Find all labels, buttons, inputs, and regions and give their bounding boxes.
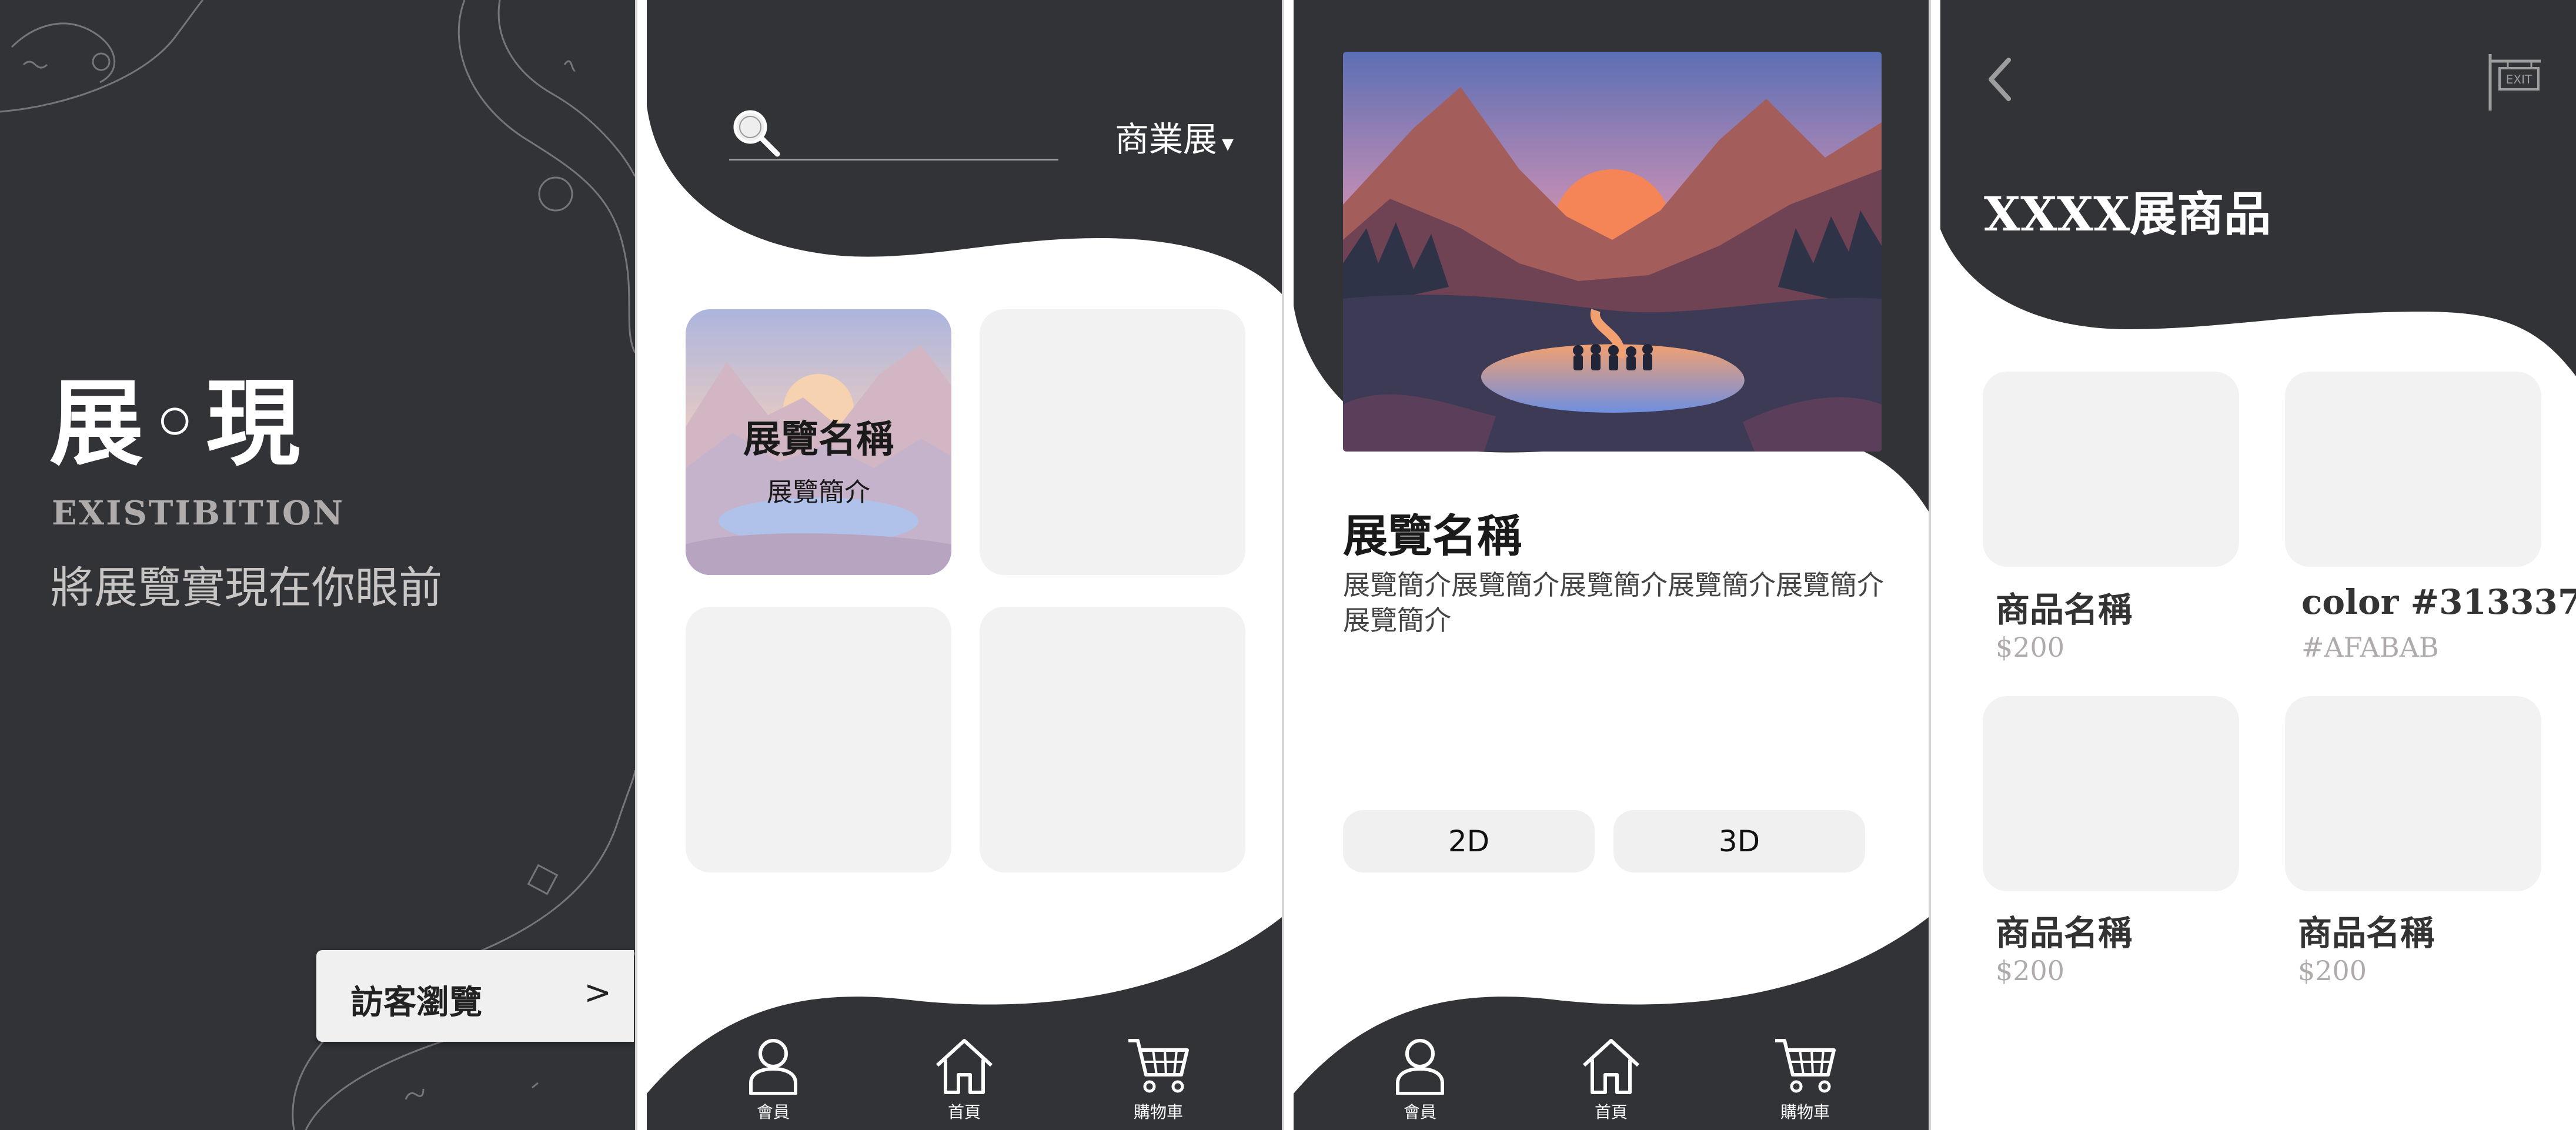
exhibition-title: 展覽名稱 [1343,510,1522,562]
product-name: color #313337 [2301,582,2576,622]
exhibition-card-desc: 展覽簡介 [767,477,870,507]
product-name: 商品名稱 [1996,913,2133,953]
exit-sign-icon[interactable]: EXIT [2484,52,2542,113]
product-price: #AFABAB [2301,631,2439,663]
view-3d-button[interactable]: 3D [1613,810,1865,872]
product-card[interactable] [1983,372,2239,567]
cart-icon [1775,1039,1836,1093]
nav-cart[interactable]: 購物車 [1100,1036,1217,1123]
user-icon [1396,1039,1444,1095]
nav-home[interactable]: 首頁 [1552,1036,1670,1123]
search-icon[interactable] [729,106,782,159]
exhibition-card[interactable] [686,607,951,872]
view-2d-button[interactable]: 2D [1343,810,1595,872]
exit-sign-text: EXIT [2506,72,2532,86]
nav-cart-label: 購物車 [1780,1102,1830,1122]
product-name: 商品名稱 [2298,913,2435,953]
exhibition-card[interactable] [980,607,1245,872]
nav-home-label: 首頁 [1594,1102,1628,1122]
page-title: XXXX展商品 [1984,186,2271,242]
products-screen: EXIT XXXX展商品 商品名稱 $200 color #313337 #AF… [1940,0,2576,1130]
nav-member[interactable]: 會員 [1361,1036,1479,1123]
landscape-illustration [1343,52,1882,452]
exhibition-card[interactable] [980,309,1245,575]
app-slogan: 將展覽實現在你眼前 [51,563,442,613]
exhibition-card[interactable]: 展覽名稱 展覽簡介 [686,309,951,575]
guest-browse-label: 訪客瀏覽 [350,983,482,1022]
category-dropdown-label: 商業展 [1115,119,1218,159]
category-dropdown[interactable]: 商業展 ▾ [1115,112,1234,161]
exhibition-detail-screen: 展覽名稱 展覽簡介展覽簡介展覽簡介展覽簡介展覽簡介展覽簡介 2D 3D 會員 首… [1294,0,1929,1130]
user-icon [749,1039,797,1095]
splash-screen: 展◦現 EXISTIBITION 將展覽實現在你眼前 訪客瀏覽 > [0,0,635,1130]
exhibition-hero-image [1343,52,1882,452]
chevron-left-icon[interactable] [1982,53,2017,106]
search-input[interactable] [729,159,1058,161]
nav-cart-label: 購物車 [1133,1102,1183,1122]
guest-browse-button[interactable]: 訪客瀏覽 > [316,950,634,1042]
exhibition-card-title: 展覽名稱 [743,417,894,462]
nav-home[interactable]: 首頁 [906,1036,1023,1123]
product-card[interactable] [2285,372,2541,567]
nav-member[interactable]: 會員 [714,1036,832,1123]
nav-home-label: 首頁 [947,1102,981,1122]
product-name: 商品名稱 [1996,590,2133,630]
chevron-right-icon: > [584,974,612,1012]
product-price: $200 [2298,955,2367,987]
screen-divider [1929,0,1931,1130]
product-card[interactable] [2285,696,2541,891]
home-screen: 商業展 ▾ 展覽名稱 展覽簡介 會員 首頁 購物車 [647,0,1282,1130]
screen-divider [1282,0,1284,1130]
home-icon [1582,1039,1640,1094]
app-subtitle: EXISTIBITION [52,494,345,533]
nav-cart[interactable]: 購物車 [1746,1036,1864,1123]
screen-divider [635,0,637,1130]
nav-member-label: 會員 [1403,1102,1436,1122]
nav-member-label: 會員 [756,1102,790,1122]
exhibition-description: 展覽簡介展覽簡介展覽簡介展覽簡介展覽簡介展覽簡介 [1343,569,1884,636]
caret-down-icon: ▾ [1222,130,1234,157]
product-price: $200 [1996,955,2065,987]
cart-icon [1128,1039,1189,1093]
product-card[interactable] [1983,696,2239,891]
product-price: $200 [1996,631,2065,663]
home-icon [935,1039,993,1094]
app-title: 展◦現 [49,368,304,479]
